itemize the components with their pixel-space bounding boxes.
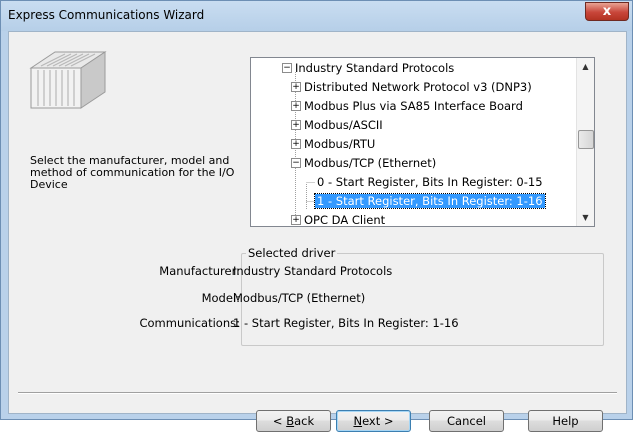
communications-value: 1 - Start Register, Bits In Register: 1-… [233,316,459,330]
io-device-icon [29,51,107,109]
tree-node-start-register-0[interactable]: 0 - Start Register, Bits In Register: 0-… [317,174,543,190]
title-bar[interactable]: Express Communications Wizard x [1,1,632,31]
tree-node-label: Modbus/RTU [304,137,376,151]
collapse-icon[interactable]: − [282,63,292,73]
tree-node-label-selected: 1 - Start Register, Bits In Register: 1-… [314,193,546,209]
driver-tree[interactable]: − Industry Standard Protocols + Distribu… [250,57,595,227]
instruction-text: Select the manufacturer, model and metho… [30,154,235,191]
tree-node-label: Distributed Network Protocol v3 (DNP3) [304,80,532,94]
window-title: Express Communications Wizard [8,8,205,22]
close-icon: x [602,4,612,19]
manufacturer-value: Industry Standard Protocols [233,264,393,278]
tree-node-label: Modbus Plus via SA85 Interface Board [304,99,523,113]
communications-label: Communications: [139,316,240,330]
scroll-up-icon[interactable]: ▲ [577,58,594,75]
group-legend: Selected driver [246,246,338,260]
back-button[interactable]: < Back [256,410,331,432]
wizard-window: Express Communications Wizard x Select t… [0,0,633,432]
model-value: Modbus/TCP (Ethernet) [233,291,366,305]
next-button[interactable]: Next > [336,410,411,432]
tree-scrollbar[interactable]: ▲ ▼ [576,58,594,226]
selected-driver-group: Selected driver Manufacturer: Industry S… [139,246,604,346]
expand-icon[interactable]: + [291,215,301,225]
manufacturer-label: Manufacturer: [159,264,240,278]
tree-node-label: Industry Standard Protocols [295,61,455,75]
close-button[interactable]: x [585,2,629,21]
tree-node-label: 0 - Start Register, Bits In Register: 0-… [317,175,543,189]
wizard-content: Select the manufacturer, model and metho… [8,31,627,432]
scroll-thumb[interactable] [578,130,594,149]
cancel-button[interactable]: Cancel [429,410,504,432]
tree-node-label: Modbus/TCP (Ethernet) [304,156,437,170]
scroll-down-icon[interactable]: ▼ [577,209,594,226]
model-label: Model: [201,291,240,305]
tree-node-start-register-1[interactable]: 1 - Start Register, Bits In Register: 1-… [314,193,546,209]
collapse-icon[interactable]: − [291,158,301,168]
help-button[interactable]: Help [528,410,603,432]
button-separator [18,392,617,394]
tree-node-label: Modbus/ASCII [304,118,383,132]
tree-node-label: OPC DA Client [304,213,386,227]
expand-icon[interactable]: + [291,101,301,111]
expand-icon[interactable]: + [291,120,301,130]
expand-icon[interactable]: + [291,82,301,92]
expand-icon[interactable]: + [291,139,301,149]
